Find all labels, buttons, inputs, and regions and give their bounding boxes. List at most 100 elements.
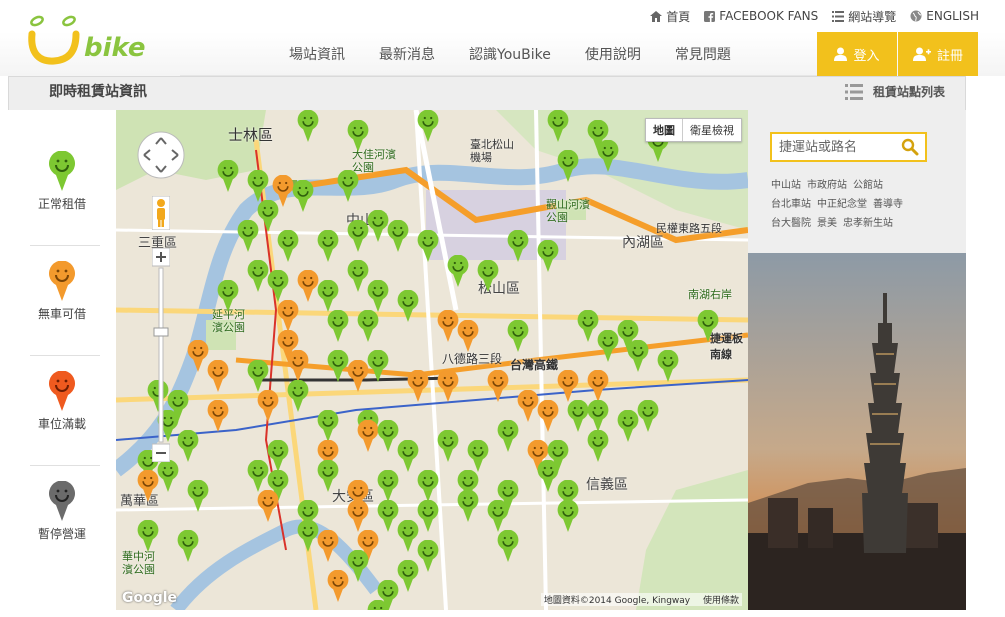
station-marker-available[interactable] [176, 530, 200, 562]
util-home-link[interactable]: 首頁 [650, 8, 690, 25]
station-marker-empty[interactable] [536, 400, 560, 432]
station-marker-available[interactable] [416, 230, 440, 262]
quick-link[interactable]: 中正紀念堂 [817, 195, 867, 210]
station-marker-available[interactable] [556, 150, 580, 182]
station-marker-available[interactable] [316, 280, 340, 312]
station-marker-available[interactable] [316, 230, 340, 262]
map-type-satellite[interactable]: 衛星檢視 [683, 119, 741, 141]
station-marker-available[interactable] [366, 350, 390, 382]
station-marker-available[interactable] [396, 440, 420, 472]
util-english-link[interactable]: ENGLISH [910, 9, 979, 23]
quick-link[interactable]: 景美 [817, 214, 837, 229]
station-marker-available[interactable] [396, 290, 420, 322]
station-marker-available[interactable] [356, 310, 380, 342]
quick-link[interactable]: 善導寺 [873, 195, 903, 210]
pegman-icon[interactable] [152, 196, 170, 230]
station-marker-available[interactable] [346, 550, 370, 582]
login-button[interactable]: 登入 [817, 32, 897, 76]
station-marker-available[interactable] [556, 500, 580, 532]
station-marker-available[interactable] [496, 530, 520, 562]
station-marker-empty[interactable] [556, 370, 580, 402]
station-marker-available[interactable] [326, 310, 350, 342]
util-sitemap-link[interactable]: 網站導覽 [832, 8, 896, 25]
station-marker-empty[interactable] [586, 370, 610, 402]
station-marker-available[interactable] [536, 240, 560, 272]
station-marker-empty[interactable] [346, 500, 370, 532]
search-input[interactable] [772, 134, 892, 160]
map-type-map[interactable]: 地圖 [646, 119, 683, 141]
search-icon[interactable] [901, 138, 919, 156]
station-marker-empty[interactable] [406, 370, 430, 402]
station-marker-available[interactable] [696, 310, 720, 342]
station-marker-available[interactable] [336, 170, 360, 202]
station-marker-empty[interactable] [206, 400, 230, 432]
station-marker-available[interactable] [246, 360, 270, 392]
quick-link[interactable]: 台大醫院 [771, 214, 811, 229]
station-marker-available[interactable] [291, 180, 315, 212]
station-marker-available[interactable] [586, 430, 610, 462]
station-marker-available[interactable] [636, 400, 660, 432]
station-marker-empty[interactable] [456, 320, 480, 352]
station-marker-available[interactable] [626, 340, 650, 372]
station-marker-empty[interactable] [486, 370, 510, 402]
map-terms-link[interactable]: 使用條款 [703, 596, 739, 606]
nav-about[interactable]: 認識YouBike [452, 44, 568, 64]
station-marker-available[interactable] [316, 410, 340, 442]
station-marker-available[interactable] [216, 160, 240, 192]
station-marker-available[interactable] [216, 280, 240, 312]
station-marker-available[interactable] [296, 110, 320, 142]
station-marker-available[interactable] [436, 430, 460, 462]
youbike-logo[interactable]: bike [26, 12, 176, 70]
quick-link[interactable]: 市政府站 [807, 176, 847, 191]
station-marker-available[interactable] [416, 110, 440, 142]
station-marker-available[interactable] [316, 460, 340, 492]
station-marker-empty[interactable] [256, 490, 280, 522]
station-marker-empty[interactable] [276, 300, 300, 332]
station-marker-available[interactable] [446, 255, 470, 287]
station-marker-empty[interactable] [136, 470, 160, 502]
station-marker-available[interactable] [596, 140, 620, 172]
station-marker-available[interactable] [506, 320, 530, 352]
register-button[interactable]: 註冊 [898, 32, 978, 76]
station-marker-available[interactable] [186, 480, 210, 512]
station-marker-available[interactable] [386, 220, 410, 252]
station-marker-available[interactable] [366, 280, 390, 312]
station-marker-available[interactable] [416, 470, 440, 502]
station-marker-empty[interactable] [286, 350, 310, 382]
zoom-slider[interactable] [152, 248, 170, 462]
station-marker-available[interactable] [656, 350, 680, 382]
station-map[interactable]: 士林區 大佳河濱公園 臺北松山機場 觀山河濱公園 內湖區 松山區 中山區 三重區… [116, 110, 748, 610]
station-marker-available[interactable] [246, 170, 270, 202]
pan-control[interactable] [136, 130, 186, 180]
station-marker-empty[interactable] [316, 530, 340, 562]
station-marker-available[interactable] [176, 430, 200, 462]
util-facebook-link[interactable]: FACEBOOK FANS [704, 9, 818, 23]
quick-link[interactable]: 台北車站 [771, 195, 811, 210]
station-marker-available[interactable] [396, 560, 420, 592]
station-marker-available[interactable] [546, 110, 570, 142]
station-marker-available[interactable] [486, 500, 510, 532]
quick-link[interactable]: 公館站 [853, 176, 883, 191]
station-marker-available[interactable] [366, 600, 390, 610]
station-marker-available[interactable] [586, 400, 610, 432]
station-marker-available[interactable] [276, 230, 300, 262]
station-marker-available[interactable] [266, 270, 290, 302]
station-marker-empty[interactable] [206, 360, 230, 392]
nav-news[interactable]: 最新消息 [362, 44, 452, 64]
station-marker-available[interactable] [236, 220, 260, 252]
quick-link[interactable]: 忠孝新生站 [843, 214, 893, 229]
nav-stations[interactable]: 場站資訊 [272, 44, 362, 64]
station-marker-empty[interactable] [256, 390, 280, 422]
nav-faq[interactable]: 常見問題 [658, 44, 748, 64]
station-marker-available[interactable] [506, 230, 530, 262]
quick-link[interactable]: 中山站 [771, 176, 801, 191]
station-marker-available[interactable] [466, 440, 490, 472]
station-marker-available[interactable] [286, 380, 310, 412]
nav-guide[interactable]: 使用說明 [568, 44, 658, 64]
station-list-link[interactable]: 租賃站點列表 [844, 83, 945, 100]
station-marker-available[interactable] [476, 260, 500, 292]
station-marker-available[interactable] [496, 420, 520, 452]
station-marker-available[interactable] [346, 120, 370, 152]
station-marker-available[interactable] [456, 490, 480, 522]
station-marker-available[interactable] [136, 520, 160, 552]
